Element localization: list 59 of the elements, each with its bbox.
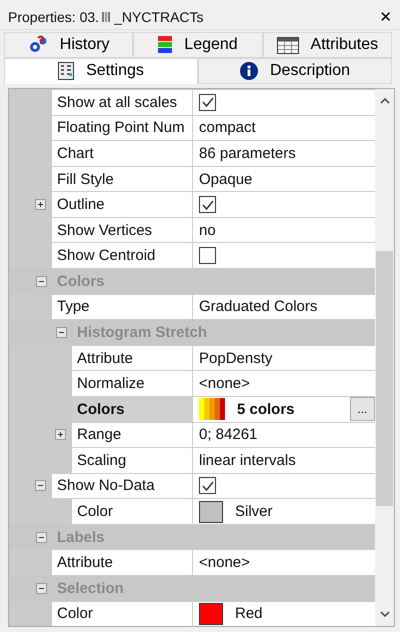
property-name[interactable]: Outline bbox=[52, 192, 192, 217]
expand-toggle-icon[interactable] bbox=[35, 480, 46, 492]
tab[interactable]: Description bbox=[198, 58, 392, 84]
checkbox[interactable] bbox=[199, 196, 216, 214]
property-value: <none> bbox=[199, 375, 250, 392]
scroll-up-icon[interactable] bbox=[378, 97, 390, 105]
property-value: Red bbox=[235, 605, 263, 622]
property-name[interactable]: Attribute bbox=[72, 346, 192, 370]
window-title: Properties: 03. bbox=[8, 9, 100, 25]
property-value: 0; 84261 bbox=[199, 426, 258, 444]
checkbox[interactable] bbox=[199, 477, 216, 494]
layer-name: _NYCTRACTs bbox=[114, 9, 204, 25]
scroll-down-icon[interactable] bbox=[378, 610, 390, 618]
property-value: <none> bbox=[199, 554, 250, 572]
property-value: Silver bbox=[235, 503, 273, 520]
checkbox[interactable] bbox=[199, 247, 216, 264]
collapse-toggle-icon[interactable] bbox=[36, 532, 47, 543]
property-value: 5 colors bbox=[237, 400, 295, 418]
gears-icon bbox=[28, 35, 48, 55]
property-name[interactable]: Show Vertices bbox=[52, 218, 192, 242]
collapse-toggle-icon[interactable] bbox=[36, 582, 47, 594]
collapse-toggle-icon[interactable] bbox=[56, 326, 67, 338]
property-value: compact bbox=[199, 119, 256, 136]
tab[interactable]: Settings bbox=[4, 58, 198, 84]
property-name[interactable]: Fill Style bbox=[52, 166, 192, 192]
property-name[interactable]: Show No-Data bbox=[52, 474, 192, 498]
property-value: Graduated Colors bbox=[199, 298, 318, 316]
color-bars-icon bbox=[158, 36, 172, 54]
ellipsis-button[interactable]: ... bbox=[350, 397, 375, 422]
property-value: 86 parameters bbox=[199, 144, 296, 162]
property-value: Opaque bbox=[199, 170, 252, 188]
tab[interactable]: Attributes bbox=[262, 32, 392, 58]
checkbox[interactable] bbox=[199, 94, 216, 111]
tab[interactable]: History bbox=[4, 32, 134, 58]
property-value: no bbox=[199, 222, 216, 239]
property-name[interactable]: Show at all scales bbox=[52, 90, 192, 115]
property-name[interactable]: Colors bbox=[72, 396, 192, 422]
expand-toggle-icon[interactable] bbox=[55, 429, 66, 440]
layer-icon bbox=[102, 11, 112, 23]
property-name[interactable]: Attribute bbox=[52, 550, 192, 575]
expand-toggle-icon[interactable] bbox=[35, 199, 46, 210]
property-value: PopDensty bbox=[199, 350, 272, 367]
tab[interactable]: Legend bbox=[133, 32, 263, 58]
close-button[interactable]: ✕ bbox=[377, 8, 394, 26]
property-name[interactable]: Scaling bbox=[72, 448, 192, 473]
list-icon bbox=[58, 62, 74, 80]
table-icon bbox=[276, 36, 299, 54]
property-name[interactable]: Color bbox=[52, 602, 192, 626]
property-name[interactable]: Floating Point Num bbox=[52, 116, 192, 140]
property-name[interactable]: Type bbox=[52, 294, 192, 320]
property-name[interactable]: Chart bbox=[52, 141, 192, 166]
property-value: linear intervals bbox=[199, 452, 296, 469]
property-name[interactable]: Color bbox=[72, 499, 192, 524]
property-name[interactable]: Range bbox=[72, 422, 192, 448]
property-name[interactable]: Normalize bbox=[72, 371, 192, 396]
collapse-toggle-icon[interactable] bbox=[36, 276, 47, 287]
scrollbar-thumb[interactable] bbox=[376, 251, 393, 506]
property-name[interactable]: Show Centroid bbox=[52, 243, 192, 268]
info-icon bbox=[240, 62, 258, 80]
